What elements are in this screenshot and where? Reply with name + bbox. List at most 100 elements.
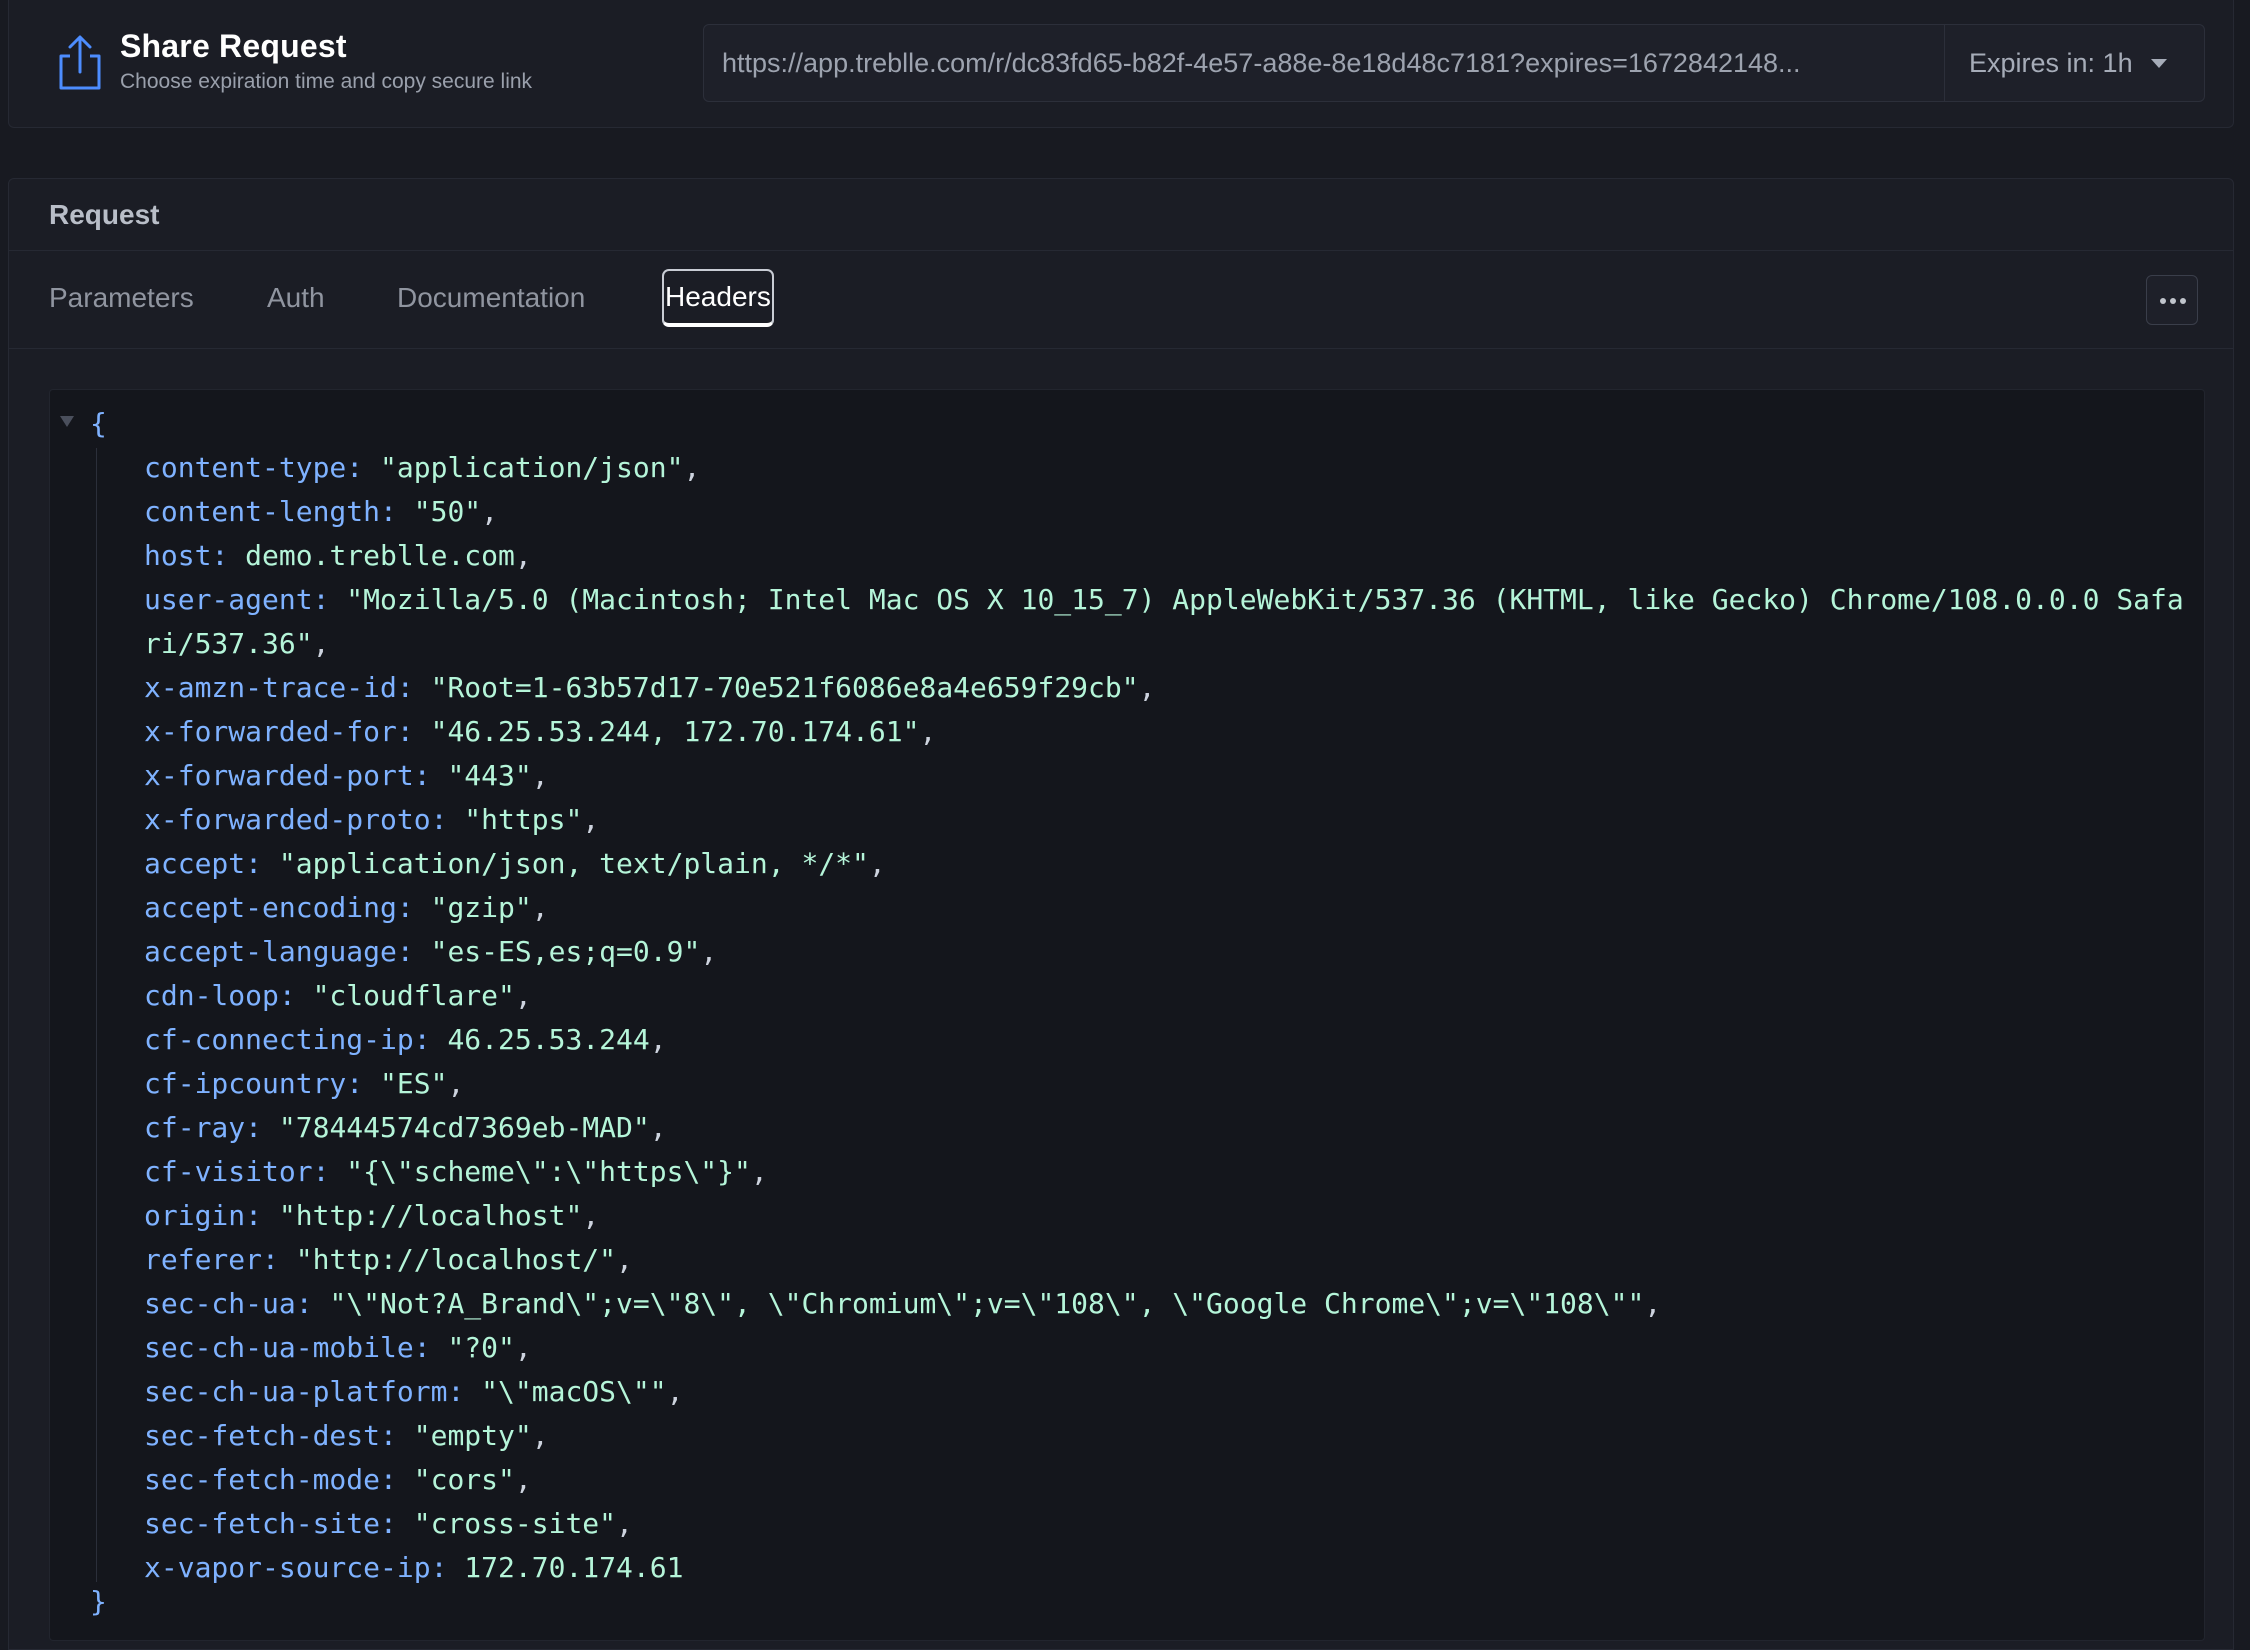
json-colon: : <box>380 1419 414 1452</box>
json-comma: , <box>868 847 886 880</box>
json-colon: : <box>413 1023 448 1056</box>
share-title: Share Request <box>120 28 347 64</box>
json-value: "ES" <box>380 1067 448 1100</box>
json-value: "es-ES,es;q=0.9" <box>430 935 701 968</box>
json-comma: , <box>531 891 549 924</box>
json-colon: : <box>396 935 431 968</box>
json-key: x-amzn-trace-id <box>144 671 397 704</box>
json-value: "78444574cd7369eb-MAD" <box>278 1111 650 1144</box>
json-comma: , <box>649 1111 667 1144</box>
json-colon: : <box>413 1331 448 1364</box>
json-entries: content-type: "application/json", content… <box>144 446 2194 1590</box>
json-colon: : <box>380 1507 414 1540</box>
json-value: "\"macOS\"" <box>481 1375 667 1408</box>
json-colon: : <box>430 803 465 836</box>
json-colon: : <box>346 1067 381 1100</box>
json-entry: accept-language: "es-ES,es;q=0.9", <box>144 930 2194 974</box>
json-colon: : <box>312 583 347 616</box>
share-url-field[interactable]: https://app.treblle.com/r/dc83fd65-b82f-… <box>703 24 2205 102</box>
json-key: accept <box>144 847 246 880</box>
chevron-down-icon <box>2151 59 2167 68</box>
json-value: "Mozilla/5.0 (Macintosh; Intel Mac OS X … <box>144 583 2184 660</box>
json-key: content-type <box>144 451 347 484</box>
tab-auth[interactable]: Auth <box>267 269 325 327</box>
collapse-toggle-icon[interactable] <box>60 416 74 427</box>
json-colon: : <box>245 847 279 880</box>
json-key: x-forwarded-for <box>144 715 397 748</box>
expires-label: Expires in: 1h <box>1969 48 2133 78</box>
tab-headers[interactable]: Headers <box>662 269 774 327</box>
json-value: "gzip" <box>430 891 532 924</box>
json-entry: accept-encoding: "gzip", <box>144 886 2194 930</box>
json-entry: user-agent: "Mozilla/5.0 (Macintosh; Int… <box>144 578 2194 666</box>
tab-parameters[interactable]: Parameters <box>49 269 194 327</box>
json-comma: , <box>1138 671 1156 704</box>
json-value: "http://localhost/" <box>295 1243 617 1276</box>
json-key: sec-ch-ua-platform <box>144 1375 448 1408</box>
json-colon: : <box>346 451 381 484</box>
json-colon: : <box>245 1199 279 1232</box>
json-entry: cf-visitor: "{\"scheme\":\"https\"}", <box>144 1150 2194 1194</box>
json-colon: : <box>396 671 431 704</box>
json-key: cdn-loop <box>144 979 279 1012</box>
tab-documentation[interactable]: Documentation <box>397 269 585 327</box>
json-entry: x-amzn-trace-id: "Root=1-63b57d17-70e521… <box>144 666 2194 710</box>
json-comma: , <box>582 803 600 836</box>
more-dot <box>2180 298 2186 304</box>
headers-json-viewer: { content-type: "application/json", conte… <box>49 389 2205 1641</box>
json-value: "{\"scheme\":\"https\"}" <box>346 1155 751 1188</box>
json-key: host <box>144 539 212 572</box>
json-value: "cross-site" <box>413 1507 617 1540</box>
json-comma: , <box>683 451 701 484</box>
json-key: x-forwarded-port <box>144 759 414 792</box>
json-colon: : <box>447 1375 482 1408</box>
json-value: 172.70.174.61 <box>464 1551 684 1584</box>
json-entry: x-forwarded-for: "46.25.53.244, 172.70.1… <box>144 710 2194 754</box>
json-value: "443" <box>447 759 532 792</box>
json-comma: , <box>312 627 330 660</box>
expires-dropdown[interactable]: Expires in: 1h <box>1945 25 2205 101</box>
json-comma: , <box>514 1463 532 1496</box>
json-key: sec-fetch-mode <box>144 1463 381 1496</box>
share-request-panel: Share Request Choose expiration time and… <box>8 0 2234 128</box>
json-entry: content-type: "application/json", <box>144 446 2194 490</box>
json-value: "empty" <box>413 1419 532 1452</box>
json-comma: , <box>531 1419 549 1452</box>
json-comma: , <box>616 1243 633 1276</box>
json-open-brace: { <box>90 407 107 440</box>
json-value: "http://localhost" <box>278 1199 583 1232</box>
json-comma: , <box>1644 1287 1662 1320</box>
json-entry: cf-connecting-ip: 46.25.53.244, <box>144 1018 2194 1062</box>
json-key: sec-fetch-site <box>144 1507 381 1540</box>
json-entry: cdn-loop: "cloudflare", <box>144 974 2194 1018</box>
json-entry: sec-fetch-dest: "empty", <box>144 1414 2194 1458</box>
json-key: cf-visitor <box>144 1155 313 1188</box>
json-comma: , <box>919 715 937 748</box>
json-key: accept-encoding <box>144 891 397 924</box>
json-entry: x-forwarded-proto: "https", <box>144 798 2194 842</box>
json-colon: : <box>396 891 431 924</box>
json-entry: sec-fetch-site: "cross-site", <box>144 1502 2194 1546</box>
json-comma: , <box>514 1331 532 1364</box>
json-value: "https" <box>464 803 583 836</box>
share-upload-icon[interactable] <box>53 34 107 92</box>
json-value: "\"Not?A_Brand\";v=\"8\", \"Chromium\";v… <box>329 1287 1645 1320</box>
request-panel: Request Parameters Auth Documentation He… <box>8 178 2234 1650</box>
request-tabs: Parameters Auth Documentation Headers <box>9 251 2233 349</box>
more-options-button[interactable] <box>2146 275 2198 325</box>
json-colon: : <box>245 1111 279 1144</box>
share-url-text[interactable]: https://app.treblle.com/r/dc83fd65-b82f-… <box>722 25 1962 101</box>
json-indent-guide <box>96 448 97 1582</box>
json-key: sec-fetch-dest <box>144 1419 381 1452</box>
json-value: "application/json" <box>380 451 684 484</box>
json-key: x-vapor-source-ip <box>144 1551 431 1584</box>
json-key: origin <box>144 1199 246 1232</box>
json-value: "cloudflare" <box>312 979 515 1012</box>
json-value: "Root=1-63b57d17-70e521f6086e8a4e659f29c… <box>430 671 1139 704</box>
json-value: "cors" <box>413 1463 515 1496</box>
json-key: sec-ch-ua-mobile <box>144 1331 414 1364</box>
json-key: cf-ipcountry <box>144 1067 347 1100</box>
json-colon: : <box>262 1243 296 1276</box>
json-comma: , <box>514 979 532 1012</box>
json-entry: referer: "http://localhost/", <box>144 1238 2194 1282</box>
